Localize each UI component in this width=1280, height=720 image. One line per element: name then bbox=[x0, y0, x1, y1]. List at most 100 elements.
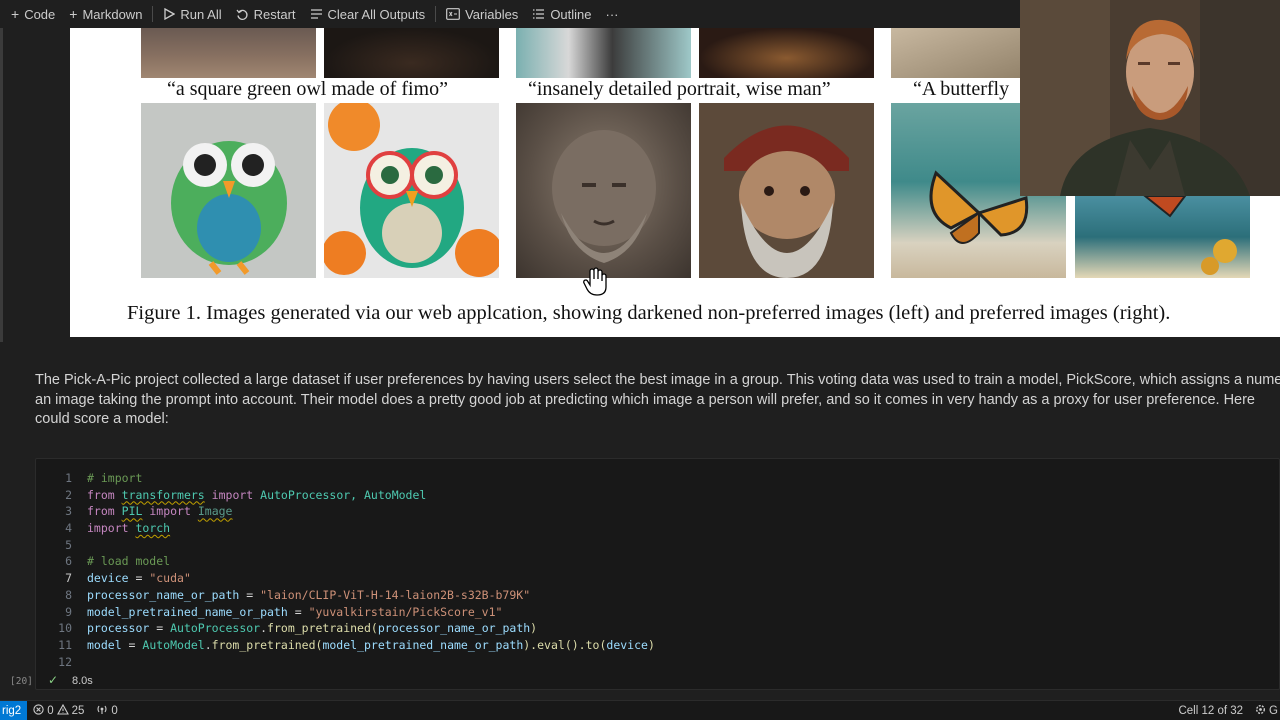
error-count: 0 bbox=[47, 704, 54, 717]
butterfly-image-right bbox=[1075, 196, 1250, 278]
code-module: torch bbox=[135, 521, 171, 536]
toolbar-divider bbox=[152, 6, 154, 22]
owl-image-right bbox=[324, 103, 499, 278]
figure-tile bbox=[324, 28, 499, 78]
code-line: 3 from PIL import Image bbox=[36, 503, 655, 520]
code-argument: processor_name_or_path bbox=[377, 621, 531, 636]
code-label: Code bbox=[24, 6, 56, 22]
code-class: AutoModel bbox=[142, 637, 205, 652]
code-operator: = bbox=[121, 637, 143, 652]
code-variable: model bbox=[87, 637, 122, 652]
code-operator: = bbox=[287, 604, 309, 619]
variables-button[interactable]: Variables bbox=[439, 3, 525, 25]
portrait-image-right bbox=[699, 103, 874, 278]
execution-count: [20] bbox=[10, 676, 33, 687]
settings-indicator[interactable]: G bbox=[1249, 704, 1280, 718]
run-all-button[interactable]: Run All bbox=[156, 3, 228, 25]
status-bar: rig2 0 25 0 Cell 12 of 32 G bbox=[0, 700, 1280, 720]
markdown-line: could score a model: bbox=[35, 411, 169, 427]
code-variable: processor bbox=[87, 621, 150, 636]
add-markdown-cell-button[interactable]: + Markdown bbox=[62, 3, 149, 25]
markdown-line: The Pick-A-Pic project collected a large… bbox=[35, 372, 1280, 388]
code-punct: . bbox=[260, 621, 268, 636]
variables-label: Variables bbox=[465, 6, 519, 22]
ports-indicator[interactable]: 0 bbox=[90, 704, 123, 718]
markdown-line: an image taking the prompt into account.… bbox=[35, 391, 1255, 408]
line-number-active: 7 bbox=[65, 571, 72, 586]
code-punct: (). bbox=[564, 637, 586, 652]
restart-icon bbox=[236, 8, 249, 21]
hand-cursor-icon bbox=[582, 267, 608, 302]
more-actions-button[interactable]: ··· bbox=[599, 3, 626, 25]
code-variable: device bbox=[87, 571, 129, 586]
line-number: 10 bbox=[58, 621, 72, 636]
code-line: 2 from transformers import AutoProcessor… bbox=[36, 487, 655, 504]
code-argument: device bbox=[606, 637, 648, 652]
add-code-cell-button[interactable]: + Code bbox=[4, 3, 62, 25]
cell-position-label: Cell 12 of 32 bbox=[1178, 704, 1244, 717]
code-names: AutoProcessor, AutoModel bbox=[260, 487, 427, 502]
cell-position[interactable]: Cell 12 of 32 bbox=[1172, 705, 1249, 717]
portrait-image-left bbox=[516, 103, 691, 278]
line-number: 3 bbox=[65, 504, 72, 519]
code-comment: # load model bbox=[87, 554, 171, 569]
remote-indicator[interactable]: rig2 bbox=[0, 700, 28, 720]
prompt-caption-owl: “a square green owl made of fimo” bbox=[167, 78, 448, 100]
code-keyword: import bbox=[87, 521, 129, 536]
code-keyword: from bbox=[87, 504, 115, 519]
code-names: Image bbox=[197, 504, 233, 519]
code-function: from_pretrained bbox=[211, 637, 316, 652]
code-operator: = bbox=[149, 621, 171, 636]
run-all-label: Run All bbox=[180, 6, 222, 22]
line-number: 9 bbox=[65, 604, 72, 619]
code-module: transformers bbox=[121, 487, 205, 502]
code-line: 6 # load model bbox=[36, 553, 655, 570]
prompt-caption-butterfly: “A butterfly bbox=[913, 78, 1010, 100]
variables-icon bbox=[446, 8, 460, 20]
code-operator: = bbox=[239, 587, 261, 602]
line-number: 8 bbox=[65, 587, 72, 602]
code-function: eval bbox=[537, 637, 565, 652]
code-variable: processor_name_or_path bbox=[87, 587, 240, 602]
webcam-overlay bbox=[1020, 0, 1280, 196]
ports-count: 0 bbox=[111, 704, 118, 717]
code-keyword: import bbox=[211, 487, 254, 502]
code-argument: model_pretrained_name_or_path bbox=[322, 637, 524, 652]
code-line: 9 model_pretrained_name_or_path = "yuval… bbox=[36, 604, 655, 621]
code-line: 10 processor = AutoProcessor.from_pretra… bbox=[36, 620, 655, 637]
code-comment: # import bbox=[87, 471, 143, 485]
broadcast-icon bbox=[96, 704, 108, 718]
code-line: 12 bbox=[36, 654, 655, 671]
outline-icon bbox=[532, 8, 545, 20]
code-function: to bbox=[585, 637, 600, 652]
error-icon bbox=[33, 703, 44, 718]
markdown-cell[interactable]: The Pick-A-Pic project collected a large… bbox=[35, 371, 1280, 430]
line-number: 6 bbox=[65, 554, 72, 569]
prompt-caption-portrait: “insanely detailed portrait, wise man” bbox=[528, 78, 831, 100]
code-punct: ). bbox=[523, 637, 538, 652]
code-module: PIL bbox=[121, 504, 143, 519]
code-line: 5 bbox=[36, 537, 655, 554]
figure-caption: Figure 1. Images generated via our web a… bbox=[127, 302, 1171, 324]
line-number: 12 bbox=[58, 654, 72, 669]
code-string: "cuda" bbox=[149, 571, 191, 586]
code-variable: model_pretrained_name_or_path bbox=[87, 604, 288, 619]
code-punct: ( bbox=[370, 621, 378, 636]
outline-button[interactable]: Outline bbox=[525, 3, 598, 25]
code-punct: . bbox=[204, 637, 212, 652]
clear-all-outputs-button[interactable]: Clear All Outputs bbox=[303, 3, 433, 25]
code-lines: 1 # import 2 from transformers import Au… bbox=[36, 470, 655, 670]
ellipsis-icon: ··· bbox=[605, 6, 619, 22]
line-number: 1 bbox=[65, 471, 72, 485]
restart-button[interactable]: Restart bbox=[229, 3, 303, 25]
code-line: 8 processor_name_or_path = "laion/CLIP-V… bbox=[36, 587, 655, 604]
status-right-edge-label: G bbox=[1269, 704, 1278, 717]
execution-time: 8.0s bbox=[72, 675, 93, 687]
line-number: 5 bbox=[65, 537, 72, 552]
line-number: 11 bbox=[58, 637, 72, 652]
code-cell-editor[interactable]: 1 # import 2 from transformers import Au… bbox=[35, 458, 1280, 690]
problems-indicator[interactable]: 0 25 bbox=[27, 703, 90, 718]
code-string: "laion/CLIP-ViT-H-14-laion2B-s32B-b79K" bbox=[260, 587, 531, 602]
cell-focus-indicator bbox=[0, 28, 3, 342]
check-icon: ✓ bbox=[48, 673, 59, 687]
